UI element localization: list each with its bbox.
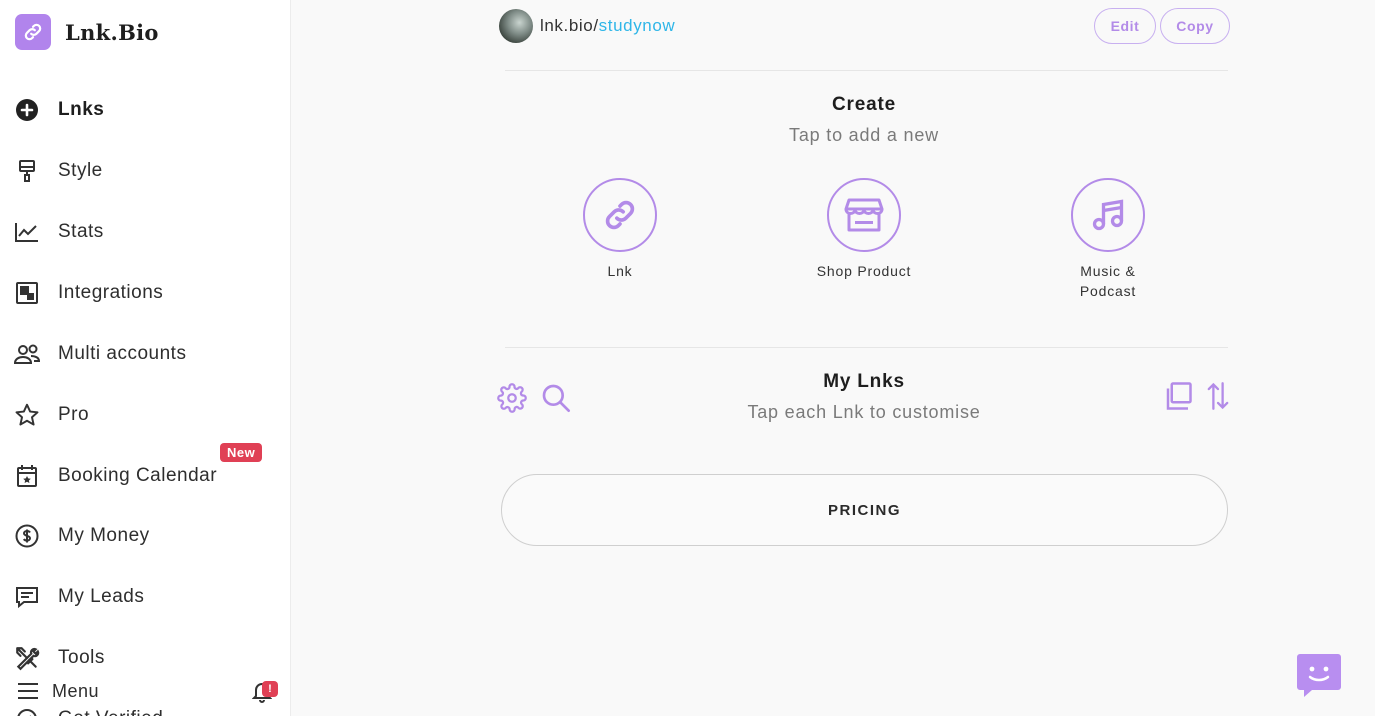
create-shop-product-button[interactable]: Shop Product: [794, 178, 934, 281]
brand[interactable]: Lnk.Bio: [15, 14, 159, 50]
sidebar: Lnk.Bio Lnks Style Stats Integrations Mu…: [0, 0, 291, 716]
sidebar-item-label: Style: [58, 160, 103, 181]
sidebar-item-label: Multi accounts: [58, 343, 187, 364]
menu-label[interactable]: Menu: [52, 681, 99, 702]
main-content: lnk.bio/studynow Edit Copy Create Tap to…: [290, 0, 1375, 716]
tools-icon: [13, 644, 41, 672]
brand-logo-icon: [15, 14, 51, 50]
dollar-circle-icon: [13, 522, 41, 550]
sidebar-item-label: Lnks: [58, 99, 105, 120]
sidebar-item-lnks[interactable]: Lnks: [13, 95, 104, 125]
create-subtitle: Tap to add a new: [789, 125, 939, 145]
brand-name: Lnk.Bio: [65, 19, 159, 45]
new-badge: New: [220, 443, 263, 462]
paint-roller-icon: [13, 157, 41, 185]
divider: [505, 347, 1228, 348]
divider: [505, 70, 1228, 71]
lnk-item-pricing[interactable]: PRICING: [501, 474, 1228, 546]
chart-line-icon: [13, 218, 41, 246]
create-music-podcast-button[interactable]: Music & Podcast: [1038, 178, 1178, 301]
sidebar-item-label: Tools: [58, 647, 105, 668]
sidebar-item-label: Stats: [58, 221, 104, 242]
sidebar-item-label: Get Verified: [58, 708, 163, 716]
sidebar-item-tools[interactable]: Tools: [13, 643, 105, 673]
profile-url[interactable]: lnk.bio/studynow: [540, 16, 675, 36]
sort-icon[interactable]: [1206, 381, 1230, 416]
plus-circle-icon: [13, 96, 41, 124]
integrations-icon: [13, 279, 41, 307]
avatar: [499, 9, 533, 43]
sidebar-item-stats[interactable]: Stats: [13, 217, 104, 247]
url-prefix: lnk.bio/: [540, 16, 599, 35]
copy-icon[interactable]: [1163, 381, 1193, 416]
users-icon: [13, 340, 41, 368]
url-slug: studynow: [598, 16, 676, 35]
sidebar-item-pro[interactable]: Pro: [13, 400, 89, 430]
sidebar-item-label: My Leads: [58, 586, 145, 607]
profile-url-row[interactable]: lnk.bio/studynow: [499, 9, 675, 43]
hamburger-menu-icon[interactable]: [17, 682, 39, 705]
sidebar-item-label: Integrations: [58, 282, 164, 303]
music-icon: [1071, 178, 1145, 252]
create-item-label: Music & Podcast: [1079, 263, 1137, 299]
sidebar-item-label: Booking Calendar: [58, 465, 218, 486]
create-lnk-button[interactable]: Lnk: [550, 178, 690, 281]
sidebar-item-my-money[interactable]: My Money: [13, 521, 150, 551]
link-icon: [583, 178, 657, 252]
create-title: Create: [832, 94, 896, 115]
message-square-icon: [13, 583, 41, 611]
create-item-label: Shop Product: [816, 263, 912, 279]
sidebar-item-label: Pro: [58, 404, 90, 425]
sidebar-item-style[interactable]: Style: [13, 156, 103, 186]
menu-bar: Menu: [0, 676, 290, 708]
sidebar-item-my-leads[interactable]: My Leads: [13, 582, 144, 612]
sidebar-item-multi-accounts[interactable]: Multi accounts: [13, 339, 186, 369]
chat-support-icon[interactable]: [1296, 652, 1342, 698]
notification-badge: !: [262, 681, 278, 697]
sidebar-item-label: My Money: [58, 525, 150, 546]
sidebar-item-integrations[interactable]: Integrations: [13, 278, 163, 308]
star-icon: [13, 401, 41, 429]
create-item-label: Lnk: [607, 263, 633, 279]
edit-button[interactable]: Edit: [1094, 8, 1156, 44]
calendar-star-icon: [13, 462, 41, 490]
copy-button[interactable]: Copy: [1160, 8, 1230, 44]
sidebar-item-booking-calendar[interactable]: Booking Calendar: [13, 461, 217, 491]
shop-icon: [827, 178, 901, 252]
